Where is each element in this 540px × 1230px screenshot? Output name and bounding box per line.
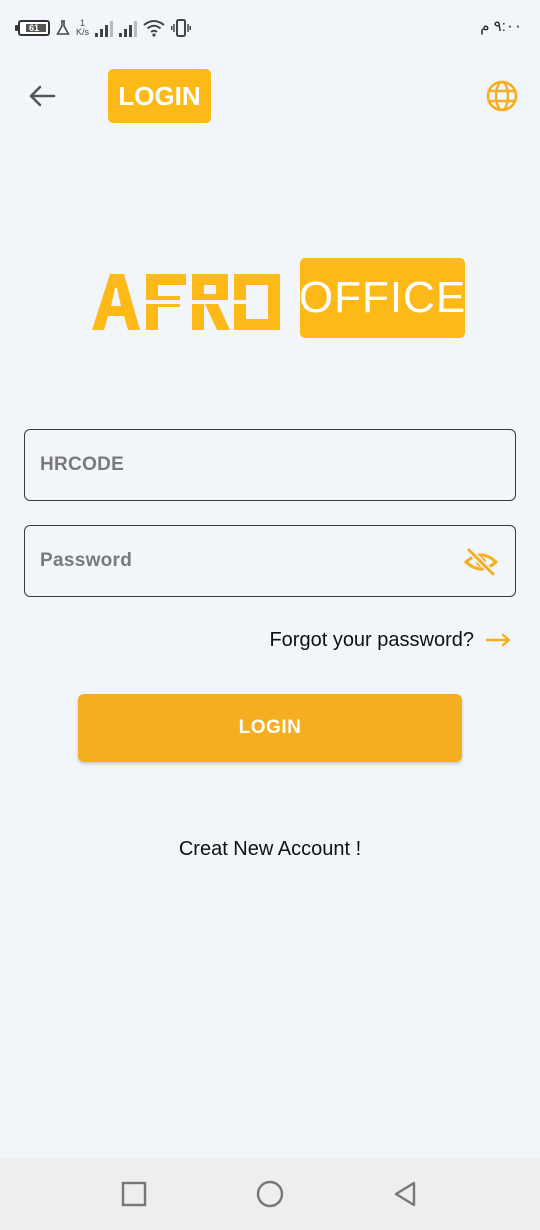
password-placeholder: Password — [40, 550, 133, 571]
clock: ٩:٠٠ م — [480, 18, 522, 35]
back-icon — [394, 1181, 416, 1207]
vibrate-icon — [171, 19, 191, 37]
password-input[interactable]: Password — [24, 525, 516, 597]
arrow-right-icon — [486, 633, 511, 647]
status-icons: 61 1 K/s — [15, 14, 191, 42]
battery-icon: 61 — [15, 20, 50, 36]
hrcode-input[interactable]: HRCODE — [24, 429, 516, 501]
toggle-password-visibility-button[interactable] — [463, 544, 499, 580]
globe-icon — [486, 80, 518, 112]
logo-afro-wordmark — [92, 274, 280, 330]
network-speed: 1 K/s — [76, 18, 90, 37]
logo-office-badge: OFFICE — [299, 258, 465, 338]
language-button[interactable] — [484, 78, 520, 114]
signal-2-icon — [119, 19, 138, 37]
nav-back-button[interactable] — [389, 1178, 421, 1210]
wifi-icon — [143, 20, 165, 37]
app-bar: LOGIN — [0, 60, 540, 132]
login-button[interactable]: LOGIN — [78, 694, 462, 762]
create-account-link[interactable]: Creat New Account ! — [0, 838, 540, 861]
forgot-password-label: Forgot your password? — [269, 628, 474, 651]
page-title: LOGIN — [108, 69, 211, 123]
status-bar: 61 1 K/s ٩:٠٠ م — [0, 0, 540, 56]
back-button[interactable] — [22, 76, 62, 116]
recent-apps-icon — [121, 1181, 147, 1207]
signal-icon — [95, 19, 114, 37]
forgot-password-link[interactable]: Forgot your password? — [269, 626, 512, 654]
arrow-back-icon — [29, 85, 56, 107]
eye-off-icon — [464, 547, 498, 577]
home-icon — [256, 1180, 284, 1208]
hrcode-placeholder: HRCODE — [40, 454, 125, 475]
flask-icon — [56, 20, 70, 35]
battery-level: 61 — [28, 23, 39, 33]
recent-apps-button[interactable] — [118, 1178, 150, 1210]
system-nav-bar — [0, 1158, 540, 1230]
home-button[interactable] — [254, 1178, 286, 1210]
app-logo: OFFICE — [90, 258, 470, 340]
